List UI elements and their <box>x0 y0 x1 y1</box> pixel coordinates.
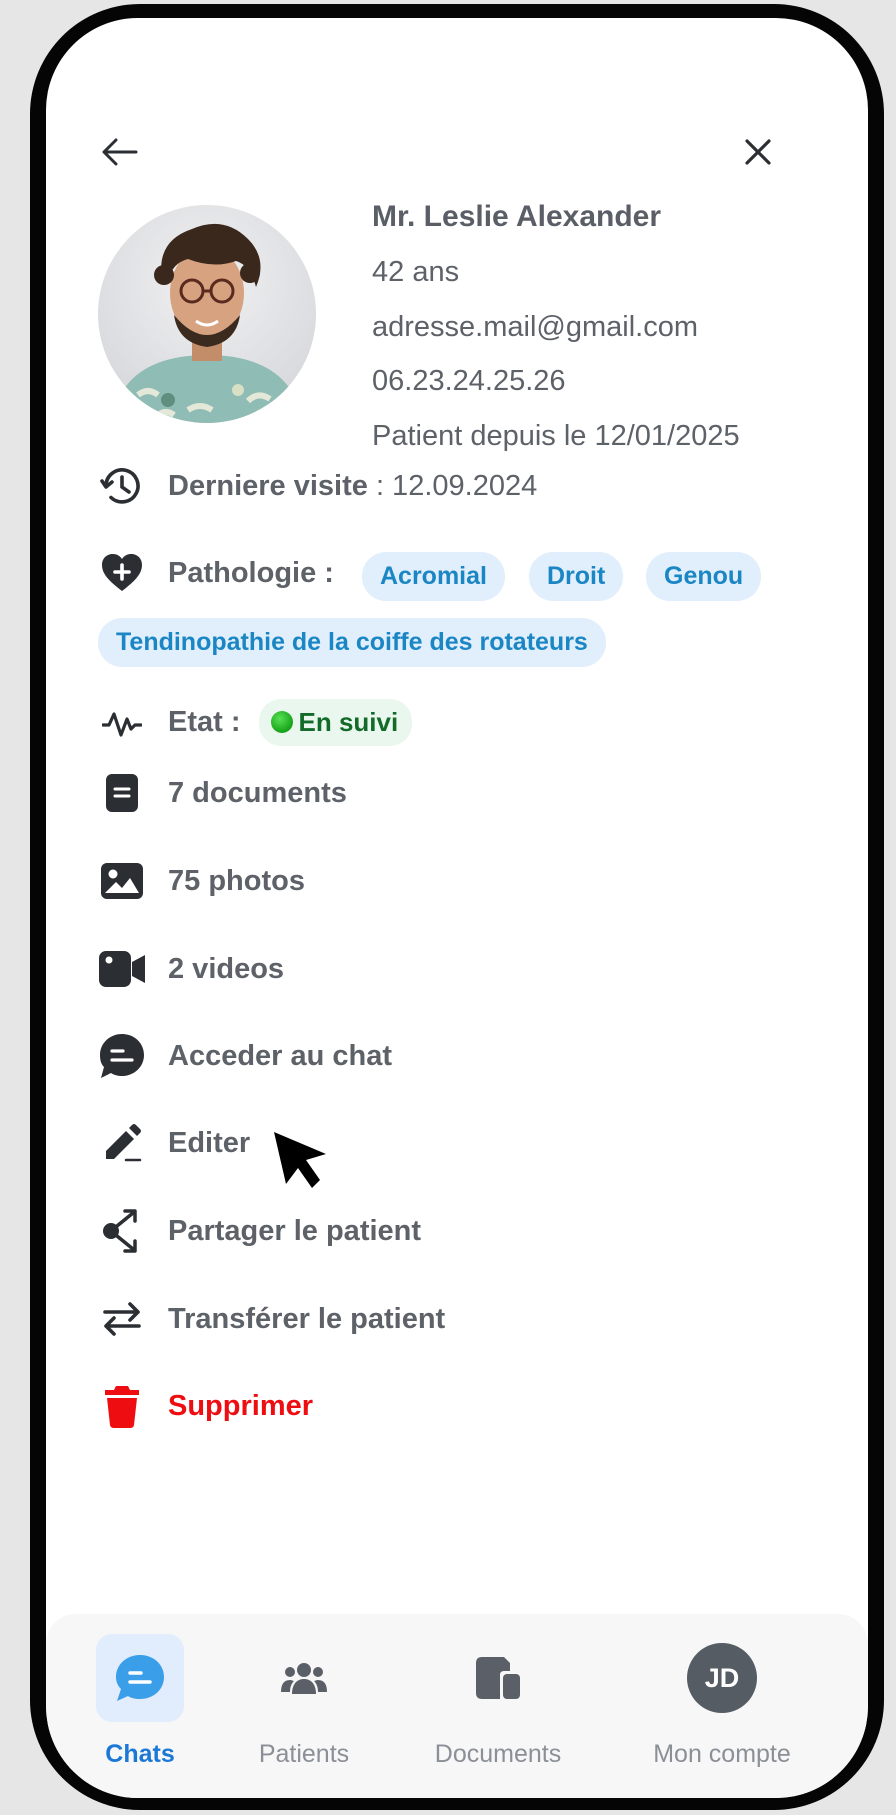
pencil-icon <box>98 1119 146 1167</box>
back-button[interactable] <box>90 124 150 184</box>
image-icon <box>98 857 146 905</box>
pulse-icon <box>98 698 146 746</box>
tab-patients[interactable]: Patients <box>254 1614 354 1798</box>
pathology-tag[interactable]: Acromial <box>362 552 505 601</box>
history-icon <box>98 462 146 510</box>
share-row[interactable]: Partager le patient <box>98 1203 818 1259</box>
pathology-tag[interactable]: Droit <box>529 552 624 601</box>
avatar: JD <box>687 1643 757 1713</box>
patient-name: Mr. Leslie Alexander <box>372 200 662 233</box>
videos-label: 2 videos <box>168 952 285 985</box>
documents-label: 7 documents <box>168 776 347 809</box>
close-button[interactable] <box>728 124 788 184</box>
pathology-tag[interactable]: Genou <box>646 552 762 601</box>
status-badge: En suivi <box>258 698 413 746</box>
last-visit-label: Derniere visite <box>168 469 368 502</box>
transfer-label: Transférer le patient <box>168 1302 446 1335</box>
delete-label: Supprimer <box>168 1389 314 1422</box>
documents-icon <box>454 1634 542 1722</box>
videos-row[interactable]: 2 videos <box>98 941 818 997</box>
documents-row[interactable]: 7 documents <box>98 765 818 821</box>
video-camera-icon <box>98 945 146 993</box>
tab-chats[interactable]: Chats <box>92 1614 188 1798</box>
arrow-left-icon <box>102 138 138 171</box>
document-icon <box>98 769 146 817</box>
pathology-label: Pathologie : <box>168 556 334 589</box>
transfer-row[interactable]: Transférer le patient <box>98 1291 818 1347</box>
tab-chats-label: Chats <box>105 1740 175 1768</box>
bottom-tab-bar: Chats Patients Documents JD Mon compte <box>46 1614 868 1798</box>
tab-account[interactable]: JD Mon compte <box>640 1614 804 1798</box>
patient-phone: 06.23.24.25.26 <box>372 365 566 397</box>
state-row: Etat : En suivi <box>98 694 818 750</box>
account-avatar-wrapper: JD <box>678 1634 766 1722</box>
status-dot-icon <box>270 711 293 733</box>
patient-age: 42 ans <box>372 256 460 288</box>
chat-row[interactable]: Acceder au chat <box>98 1028 818 1084</box>
photos-label: 75 photos <box>168 864 305 897</box>
mouse-pointer-icon <box>272 1130 332 1197</box>
patient-email: adresse.mail@gmail.com <box>372 311 698 343</box>
state-label: Etat : <box>168 705 241 738</box>
last-visit-row: Derniere visite : 12.09.2024 <box>98 458 818 514</box>
tab-documents[interactable]: Documents <box>420 1614 576 1798</box>
tab-account-label: Mon compte <box>653 1740 791 1768</box>
share-icon <box>98 1207 146 1255</box>
delete-row[interactable]: Supprimer <box>98 1378 818 1434</box>
heart-plus-icon <box>98 549 146 597</box>
patient-detail-screen: Mr. Leslie Alexander 42 ans adresse.mail… <box>46 18 868 1798</box>
photos-row[interactable]: 75 photos <box>98 853 818 909</box>
last-visit-value: : 12.09.2024 <box>367 469 538 502</box>
pathology-tag[interactable]: Tendinopathie de la coiffe des rotateurs <box>98 618 606 667</box>
status-value: En suivi <box>298 706 399 737</box>
users-icon <box>260 1634 348 1722</box>
chat-bubble-icon <box>96 1634 184 1722</box>
trash-icon <box>98 1382 146 1430</box>
close-icon <box>744 138 772 171</box>
tab-documents-label: Documents <box>434 1740 562 1768</box>
patient-photo <box>98 205 316 423</box>
patient-since: Patient depuis le 12/01/2025 <box>372 420 740 452</box>
chat-label: Acceder au chat <box>168 1039 393 1072</box>
edit-label: Editer <box>168 1126 251 1159</box>
share-label: Partager le patient <box>168 1214 422 1247</box>
transfer-arrows-icon <box>98 1295 146 1343</box>
tab-patients-label: Patients <box>258 1740 350 1768</box>
edit-row[interactable]: Editer <box>98 1115 818 1171</box>
chat-bubble-icon <box>98 1032 146 1080</box>
